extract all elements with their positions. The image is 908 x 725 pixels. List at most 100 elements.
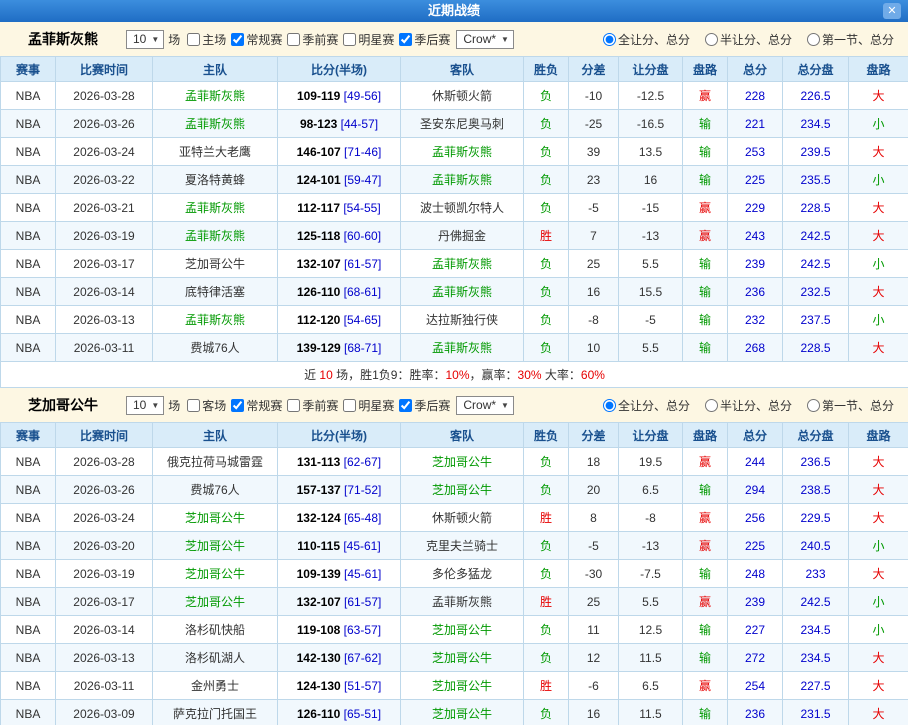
playoffs-checkbox-1[interactable]: [399, 399, 412, 412]
half-score: [49-56]: [340, 89, 381, 103]
date-cell: 2026-03-19: [56, 222, 153, 250]
filter-checkbox-playoffs-0[interactable]: 季后赛: [394, 31, 450, 48]
handicap-line-cell: 15.5: [619, 278, 683, 306]
col-header-handicap-result: 盘路: [683, 57, 728, 82]
total-line-cell: 235.5: [783, 166, 849, 194]
radio-input[interactable]: [705, 33, 718, 46]
radio-input[interactable]: [603, 33, 616, 46]
regular-season-checkbox-0[interactable]: [231, 33, 244, 46]
col-header-score: 比分(半场): [278, 423, 401, 448]
radio-full-handicap-0[interactable]: 全让分、总分: [598, 31, 690, 48]
result-cell: 负: [524, 700, 569, 725]
half-score: [59-47]: [341, 173, 382, 187]
home-team-cell: 芝加哥公牛: [153, 588, 278, 616]
result-cell: 胜: [524, 588, 569, 616]
home-team-cell: 孟菲斯灰熊: [153, 306, 278, 334]
home-team-cell: 洛杉矶快船: [153, 616, 278, 644]
away-team-cell: 芝加哥公牛: [401, 448, 524, 476]
point-diff-cell: 18: [569, 448, 619, 476]
home-team-cell: 费城76人: [153, 334, 278, 362]
league-cell: NBA: [1, 306, 56, 334]
total-line-cell: 240.5: [783, 532, 849, 560]
preseason-checkbox-1[interactable]: [287, 399, 300, 412]
radio-input[interactable]: [807, 399, 820, 412]
radio-half-handicap-1[interactable]: 半让分、总分: [700, 397, 792, 414]
radio-full-handicap-1[interactable]: 全让分、总分: [598, 397, 690, 414]
handicap-result-cell: 输: [683, 560, 728, 588]
games-count-select-0[interactable]: 10 ▼: [126, 30, 164, 49]
half-score: [71-46]: [341, 145, 382, 159]
total-points-cell: 229: [728, 194, 783, 222]
filter-checkbox-preseason-1[interactable]: 季前赛: [282, 397, 338, 414]
handicap-line-cell: -8: [619, 504, 683, 532]
away-team-cell: 多伦多猛龙: [401, 560, 524, 588]
filter-checkbox-regular-0[interactable]: 常规赛: [226, 31, 282, 48]
point-diff-cell: 11: [569, 616, 619, 644]
score-cell: 124-130 [51-57]: [278, 672, 401, 700]
score-cell: 112-120 [54-65]: [278, 306, 401, 334]
col-header-diff: 分差: [569, 57, 619, 82]
games-unit-label-0: 场: [168, 31, 180, 48]
games-count-select-1[interactable]: 10 ▼: [126, 396, 164, 415]
filter-checkbox-venue-0[interactable]: 主场: [182, 31, 226, 48]
half-score: [54-65]: [340, 313, 381, 327]
total-points-cell: 244: [728, 448, 783, 476]
total-points-cell: 232: [728, 306, 783, 334]
home-team-cell: 金州勇士: [153, 672, 278, 700]
over-under-cell: 大: [849, 644, 908, 672]
venue-checkbox-1[interactable]: [187, 399, 200, 412]
filter-checkbox-allstar-0[interactable]: 明星赛: [338, 31, 394, 48]
radio-first-quarter-0[interactable]: 第一节、总分: [802, 31, 894, 48]
allstar-checkbox-0[interactable]: [343, 33, 356, 46]
date-cell: 2026-03-28: [56, 448, 153, 476]
point-diff-cell: -30: [569, 560, 619, 588]
filter-checkbox-preseason-0[interactable]: 季前赛: [282, 31, 338, 48]
radio-input[interactable]: [807, 33, 820, 46]
filter-checkbox-allstar-1[interactable]: 明星赛: [338, 397, 394, 414]
final-score: 112-117: [297, 201, 340, 215]
games-unit-label-1: 场: [168, 397, 180, 414]
filter-checkbox-regular-1[interactable]: 常规赛: [226, 397, 282, 414]
total-line-cell: 234.5: [783, 644, 849, 672]
venue-checkbox-0[interactable]: [187, 33, 200, 46]
radio-half-handicap-0[interactable]: 半让分、总分: [700, 31, 792, 48]
handicap-result-cell: 输: [683, 138, 728, 166]
away-team-cell: 孟菲斯灰熊: [401, 250, 524, 278]
half-score: [71-52]: [341, 483, 382, 497]
point-diff-cell: -5: [569, 532, 619, 560]
point-diff-cell: -5: [569, 194, 619, 222]
radio-first-quarter-1[interactable]: 第一节、总分: [802, 397, 894, 414]
col-header-home: 主队: [153, 57, 278, 82]
total-line-cell: 237.5: [783, 306, 849, 334]
filter-bar-1: 芝加哥公牛 10 ▼ 场 客场 常规赛 季前赛 明星赛 季后赛 Crow* ▼ …: [0, 388, 908, 422]
handicap-result-cell: 赢: [683, 672, 728, 700]
over-under-cell: 小: [849, 588, 908, 616]
league-cell: NBA: [1, 110, 56, 138]
game-row: NBA2026-03-21孟菲斯灰熊112-117 [54-55]波士顿凯尔特人…: [1, 194, 908, 222]
company-select-1[interactable]: Crow* ▼: [456, 396, 514, 415]
half-score: [54-55]: [340, 201, 381, 215]
score-cell: 98-123 [44-57]: [278, 110, 401, 138]
radio-input[interactable]: [603, 399, 616, 412]
handicap-line-cell: 5.5: [619, 250, 683, 278]
filter-checkbox-venue-1[interactable]: 客场: [182, 397, 226, 414]
company-select-0[interactable]: Crow* ▼: [456, 30, 514, 49]
date-cell: 2026-03-14: [56, 278, 153, 306]
recent-results-panel: 近期战绩 ✕ 孟菲斯灰熊 10 ▼ 场 主场 常规赛 季前赛 明星赛 季后赛 C…: [0, 0, 908, 725]
home-team-cell: 夏洛特黄蜂: [153, 166, 278, 194]
away-team-cell: 圣安东尼奥马刺: [401, 110, 524, 138]
final-score: 98-123: [300, 117, 337, 131]
radio-input[interactable]: [705, 399, 718, 412]
date-cell: 2026-03-21: [56, 194, 153, 222]
league-cell: NBA: [1, 334, 56, 362]
total-line-cell: 232.5: [783, 278, 849, 306]
preseason-checkbox-0[interactable]: [287, 33, 300, 46]
close-icon[interactable]: ✕: [883, 3, 901, 19]
result-cell: 负: [524, 166, 569, 194]
filter-bar-0: 孟菲斯灰熊 10 ▼ 场 主场 常规赛 季前赛 明星赛 季后赛 Crow* ▼ …: [0, 22, 908, 56]
playoffs-checkbox-0[interactable]: [399, 33, 412, 46]
allstar-checkbox-1[interactable]: [343, 399, 356, 412]
filter-checkbox-playoffs-1[interactable]: 季后赛: [394, 397, 450, 414]
regular-season-checkbox-1[interactable]: [231, 399, 244, 412]
result-cell: 负: [524, 194, 569, 222]
